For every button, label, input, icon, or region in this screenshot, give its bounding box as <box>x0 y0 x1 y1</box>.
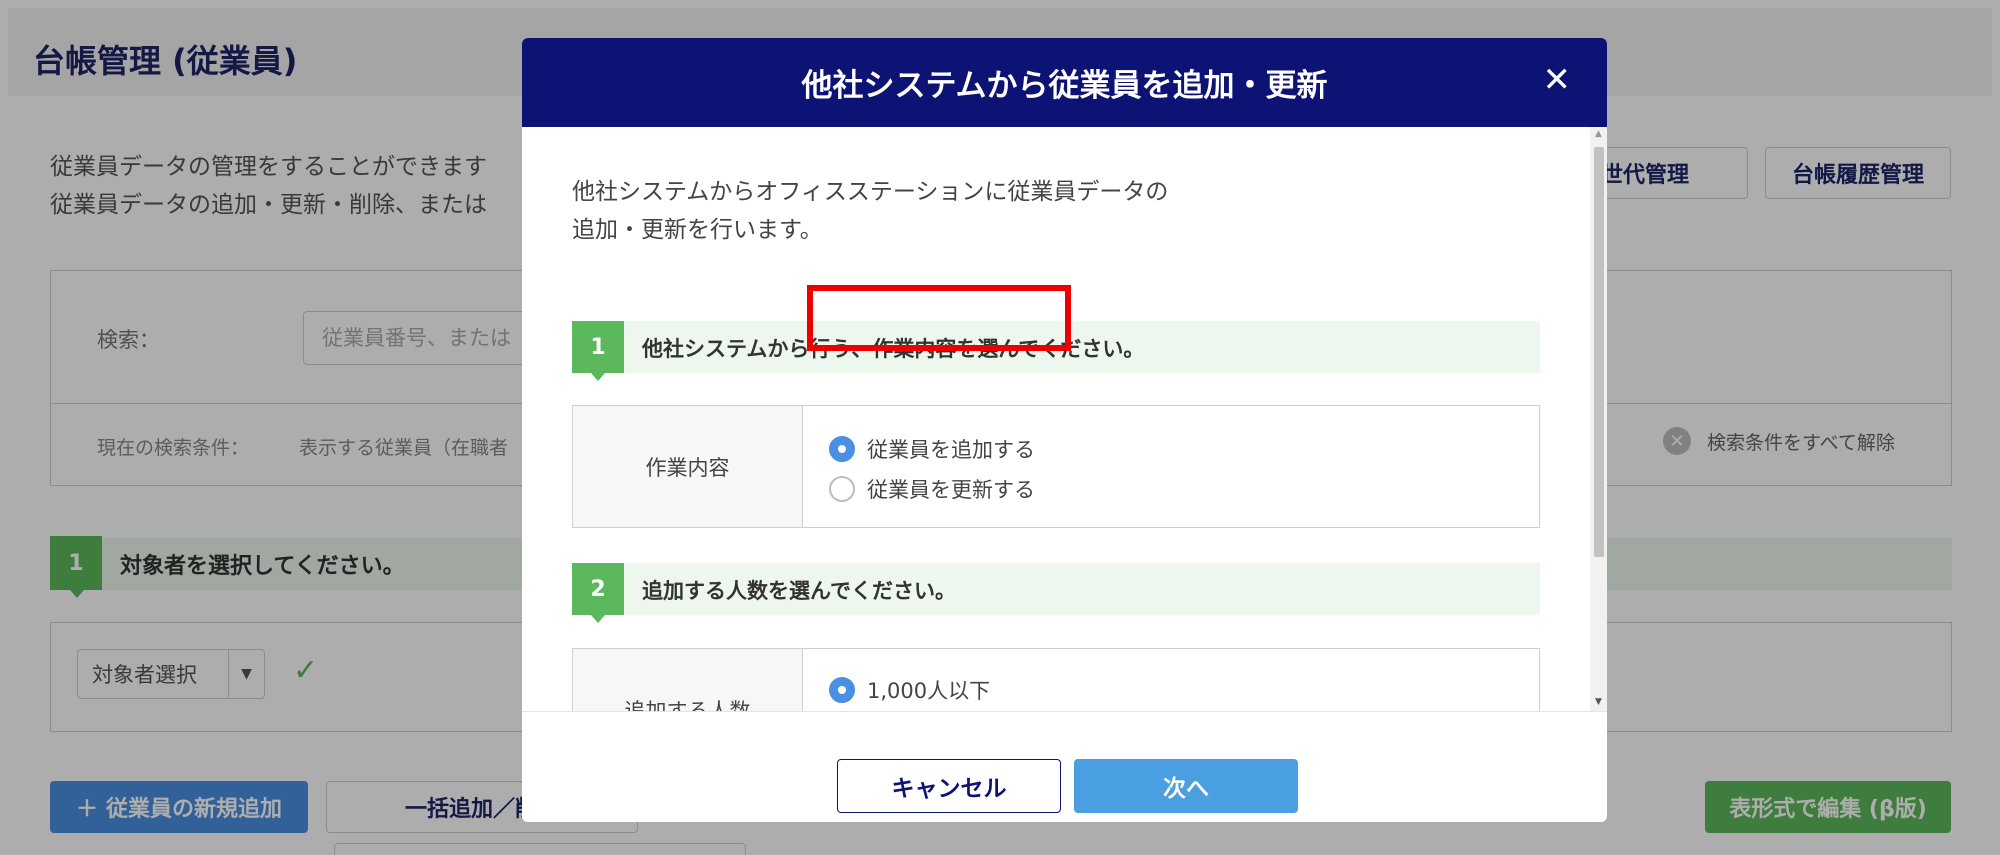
modal-footer: キャンセル 次へ <box>522 711 1607 822</box>
radio-under-1000-label: 1,000人以下 <box>867 679 991 703</box>
work-type-form: 作業内容 従業員を追加する 従業員を更新する <box>572 405 1540 528</box>
close-icon[interactable]: ✕ <box>1543 60 1572 100</box>
scroll-up-icon[interactable]: ▲ <box>1590 129 1607 141</box>
radio-add-employee[interactable]: 従業員を追加する <box>829 434 1035 464</box>
modal-title: 他社システムから従業員を追加・更新 <box>801 68 1328 104</box>
modal-header: 他社システムから従業員を追加・更新 ✕ <box>522 38 1607 127</box>
radio-unchecked-icon[interactable] <box>829 476 855 502</box>
headcount-label: 追加する人数 <box>573 649 803 711</box>
radio-checked-icon[interactable] <box>829 677 855 703</box>
scroll-thumb[interactable] <box>1594 147 1604 557</box>
next-button[interactable]: 次へ <box>1074 759 1298 813</box>
modal-step2-text: 追加する人数を選んでください。 <box>642 579 956 603</box>
radio-under-1000[interactable]: 1,000人以下 <box>829 675 990 705</box>
cancel-button[interactable]: キャンセル <box>837 759 1061 813</box>
work-type-label: 作業内容 <box>573 406 803 527</box>
headcount-form: 追加する人数 1,000人以下 <box>572 648 1540 711</box>
modal-step2-bar: 2 追加する人数を選んでください。 <box>572 563 1540 623</box>
modal-body: 他社システムからオフィスステーションに従業員データの 追加・更新を行います。 1… <box>522 127 1590 711</box>
modal-step2-badge: 2 <box>572 563 624 623</box>
highlight-box <box>807 285 1071 351</box>
radio-add-employee-label: 従業員を追加する <box>867 438 1035 462</box>
modal-intro-line1: 他社システムからオフィスステーションに従業員データの <box>572 179 1169 205</box>
radio-checked-icon[interactable] <box>829 436 855 462</box>
import-modal: 他社システムから従業員を追加・更新 ✕ 他社システムからオフィスステーションに従… <box>522 38 1607 822</box>
radio-update-employee-label: 従業員を更新する <box>867 478 1035 502</box>
modal-scrollbar[interactable]: ▲ ▼ <box>1590 127 1607 711</box>
modal-intro-line2: 追加・更新を行います。 <box>572 217 823 243</box>
modal-step1-badge: 1 <box>572 321 624 381</box>
modal-intro: 他社システムからオフィスステーションに従業員データの 追加・更新を行います。 <box>572 173 1168 249</box>
radio-update-employee[interactable]: 従業員を更新する <box>829 474 1035 504</box>
scroll-down-icon[interactable]: ▼ <box>1590 697 1607 709</box>
